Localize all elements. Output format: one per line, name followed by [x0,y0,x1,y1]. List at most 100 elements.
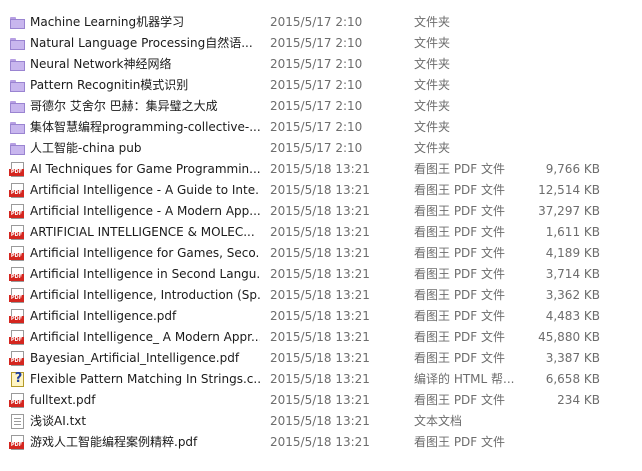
file-size: 3,714 KB [545,267,600,281]
file-type: 编译的 HTML 帮... [414,372,514,386]
file-type: 看图王 PDF 文件 [414,309,506,323]
file-name: Artificial Intelligence - A Modern App..… [30,204,260,218]
file-modified-date: 2015/5/18 13:21 [270,225,370,239]
file-type: 看图王 PDF 文件 [414,267,506,281]
pdf-icon: PDF [9,350,26,367]
file-name: 人工智能-china pub [30,141,142,155]
file-size: 234 KB [557,393,600,407]
file-row[interactable]: 哥德尔 艾舍尔 巴赫：集异璧之大成 2015/5/17 2:10 文件夹 [9,96,642,117]
file-list: Machine Learning机器学习 2015/5/17 2:10 文件夹 Nat… [0,0,642,453]
file-name: Artificial Intelligence_ A Modern Appr..… [30,330,260,344]
file-row[interactable]: PDF ARTIFICIAL INTELLIGENCE & MOLEC... 201… [9,222,642,243]
file-row[interactable]: PDF AI Techniques for Game Programmin... 2… [9,159,642,180]
pdf-icon: PDF [9,203,26,220]
pdf-icon: PDF [9,245,26,262]
file-name: Bayesian_Artificial_Intelligence.pdf [30,351,240,365]
file-type: 文件夹 [414,120,451,134]
file-modified-date: 2015/5/18 13:21 [270,414,370,428]
file-modified-date: 2015/5/17 2:10 [270,57,363,71]
file-name: Natural Language Processing自然语... [30,36,253,50]
file-modified-date: 2015/5/18 13:21 [270,393,370,407]
folder-icon [9,14,26,31]
folder-icon [9,56,26,73]
file-size: 3,362 KB [545,288,600,302]
file-name: Machine Learning机器学习 [30,15,185,29]
file-name: Artificial Intelligence - A Guide to Int… [30,183,260,197]
txt-icon [9,413,26,430]
file-modified-date: 2015/5/18 13:21 [270,204,370,218]
folder-icon [9,77,26,94]
pdf-icon: PDF [9,329,26,346]
file-type: 看图王 PDF 文件 [414,162,506,176]
file-row[interactable]: PDF Bayesian_Artificial_Intelligence.pdf 2… [9,348,642,369]
file-row[interactable]: PDF 游戏人工智能编程案例精粹.pdf 2015/5/18 13:21 看图王 PD… [9,432,642,453]
file-name: 集体智慧编程programming-collective-... [30,120,260,134]
file-name: ARTIFICIAL INTELLIGENCE & MOLEC... [30,225,255,239]
file-type: 文本文档 [414,414,463,428]
file-type: 文件夹 [414,78,451,92]
file-row[interactable]: PDF Artificial Intelligence - A Guide to … [9,180,642,201]
file-name: Flexible Pattern Matching In Strings.c..… [30,372,260,386]
file-modified-date: 2015/5/17 2:10 [270,120,363,134]
file-size: 37,297 KB [538,204,600,218]
file-row[interactable]: Neural Network神经网络 2015/5/17 2:10 文件夹 [9,54,642,75]
file-size: 6,658 KB [545,372,600,386]
file-type: 文件夹 [414,36,451,50]
file-type: 看图王 PDF 文件 [414,435,506,449]
file-modified-date: 2015/5/18 13:21 [270,288,370,302]
file-modified-date: 2015/5/18 13:21 [270,351,370,365]
file-name: Artificial Intelligence in Second Langu.… [30,267,260,281]
file-size: 3,387 KB [545,351,600,365]
file-size: 45,880 KB [538,330,600,344]
file-row[interactable]: PDF Artificial Intelligence - A Modern Ap… [9,201,642,222]
folder-icon [9,140,26,157]
file-modified-date: 2015/5/18 13:21 [270,309,370,323]
file-type: 看图王 PDF 文件 [414,246,506,260]
pdf-icon: PDF [9,392,26,409]
folder-icon [9,98,26,115]
file-row[interactable]: Machine Learning机器学习 2015/5/17 2:10 文件夹 [9,12,642,33]
file-row[interactable]: PDF Artificial Intelligence, Introduction… [9,285,642,306]
pdf-icon: PDF [9,182,26,199]
file-row[interactable]: Pattern Recognitin模式识别 2015/5/17 2:10 文件夹 [9,75,642,96]
file-modified-date: 2015/5/17 2:10 [270,36,363,50]
file-type: 看图王 PDF 文件 [414,225,506,239]
file-row[interactable]: 集体智慧编程programming-collective-... 2015/5/1… [9,117,642,138]
file-row[interactable]: Natural Language Processing自然语... 2015/5/… [9,33,642,54]
file-modified-date: 2015/5/18 13:21 [270,162,370,176]
file-modified-date: 2015/5/17 2:10 [270,99,363,113]
file-row[interactable]: PDF Artificial Intelligence for Games, Se… [9,243,642,264]
file-name: Artificial Intelligence, Introduction (S… [30,288,260,302]
chm-help-icon: ? [9,371,26,388]
file-name: fulltext.pdf [30,393,96,407]
file-type: 看图王 PDF 文件 [414,288,506,302]
pdf-icon: PDF [9,224,26,241]
file-type: 文件夹 [414,99,451,113]
file-row[interactable]: PDF Artificial Intelligence in Second Lan… [9,264,642,285]
file-type: 看图王 PDF 文件 [414,351,506,365]
file-name: Artificial Intelligence.pdf [30,309,177,323]
file-name: 哥德尔 艾舍尔 巴赫：集异璧之大成 [30,99,218,113]
folder-icon [9,35,26,52]
folder-icon [9,119,26,136]
file-modified-date: 2015/5/18 13:21 [270,183,370,197]
file-name: 游戏人工智能编程案例精粹.pdf [30,435,198,449]
file-row[interactable]: PDF Artificial Intelligence.pdf 2015/5/18 … [9,306,642,327]
file-type: 看图王 PDF 文件 [414,183,506,197]
file-row[interactable]: ? Flexible Pattern Matching In Strings.c.… [9,369,642,390]
file-name: Artificial Intelligence for Games, Seco.… [30,246,260,260]
file-row[interactable]: PDF fulltext.pdf 2015/5/18 13:21 看图王 PDF 文件… [9,390,642,411]
pdf-icon: PDF [9,161,26,178]
file-modified-date: 2015/5/18 13:21 [270,246,370,260]
file-modified-date: 2015/5/17 2:10 [270,15,363,29]
file-modified-date: 2015/5/17 2:10 [270,78,363,92]
pdf-icon: PDF [9,266,26,283]
pdf-icon: PDF [9,434,26,451]
file-modified-date: 2015/5/18 13:21 [270,330,370,344]
file-type: 文件夹 [414,15,451,29]
file-row[interactable]: 人工智能-china pub 2015/5/17 2:10 文件夹 [9,138,642,159]
file-row[interactable]: 浅谈AI.txt 2015/5/18 13:21 文本文档 [9,411,642,432]
file-row[interactable]: PDF Artificial Intelligence_ A Modern App… [9,327,642,348]
file-size: 12,514 KB [538,183,600,197]
file-size: 1,611 KB [545,225,600,239]
